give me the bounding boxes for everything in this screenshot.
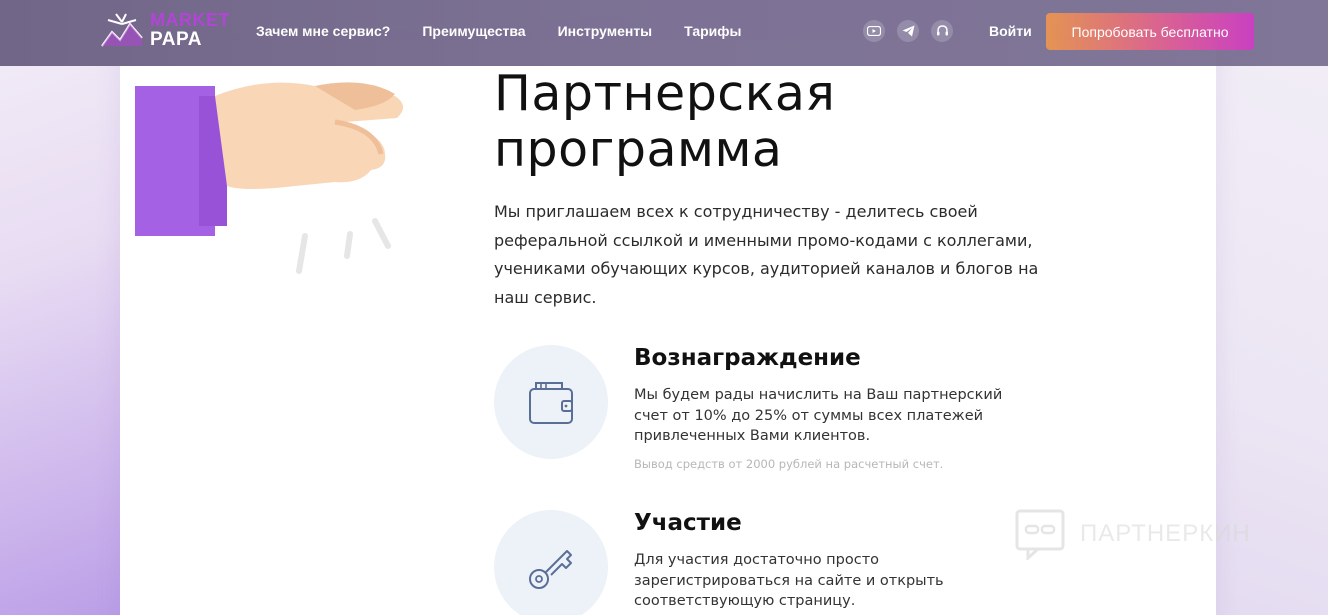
feature-icon-circle <box>494 345 608 459</box>
watermark-logo-icon <box>1015 509 1065 560</box>
feature-note: Вывод средств от 2000 рублей на расчетны… <box>634 457 944 471</box>
login-link[interactable]: Войти <box>989 23 1032 39</box>
wallet-icon <box>529 382 573 424</box>
nav-item-advantages[interactable]: Преимущества <box>422 23 525 39</box>
try-free-button[interactable]: Попробовать бесплатно <box>1046 13 1254 50</box>
social-links <box>863 20 965 42</box>
logo-line1: MARKET <box>150 10 230 30</box>
logo-line2: PAPA <box>150 29 202 50</box>
page-title: Партнерская программа <box>494 66 1094 178</box>
main-nav: Зачем мне сервис? Преимущества Инструмен… <box>256 23 774 39</box>
key-icon <box>529 550 572 589</box>
handshake-illustration <box>135 82 404 274</box>
nav-item-pricing[interactable]: Тарифы <box>684 23 741 39</box>
youtube-icon[interactable] <box>863 20 885 42</box>
feature-title: Вознаграждение <box>634 345 861 371</box>
page-title-line2: программа <box>494 121 783 178</box>
page-title-line1: Партнерская <box>494 65 836 122</box>
site-header: MARKET PAPA Зачем мне сервис? Преимущест… <box>0 0 1328 66</box>
logo[interactable]: MARKET PAPA <box>100 10 230 56</box>
telegram-icon[interactable] <box>897 20 919 42</box>
watermark-text: ПАРТНЕРКИН <box>1080 520 1251 547</box>
nav-item-tools[interactable]: Инструменты <box>558 23 653 39</box>
feature-description: Для участия достаточно просто зарегистри… <box>634 552 944 609</box>
watermark: ПАРТНЕРКИН <box>1014 508 1251 560</box>
intro-text: Мы приглашаем всех к сотрудничеству - де… <box>494 202 1039 307</box>
feature-description: Мы будем рады начислить на Ваш партнерск… <box>634 387 1003 444</box>
headset-icon[interactable] <box>931 20 953 42</box>
nav-item-why[interactable]: Зачем мне сервис? <box>256 23 390 39</box>
feature-title: Участие <box>634 510 742 536</box>
feature-icon-circle <box>494 510 608 615</box>
logo-mark-icon <box>101 13 143 47</box>
